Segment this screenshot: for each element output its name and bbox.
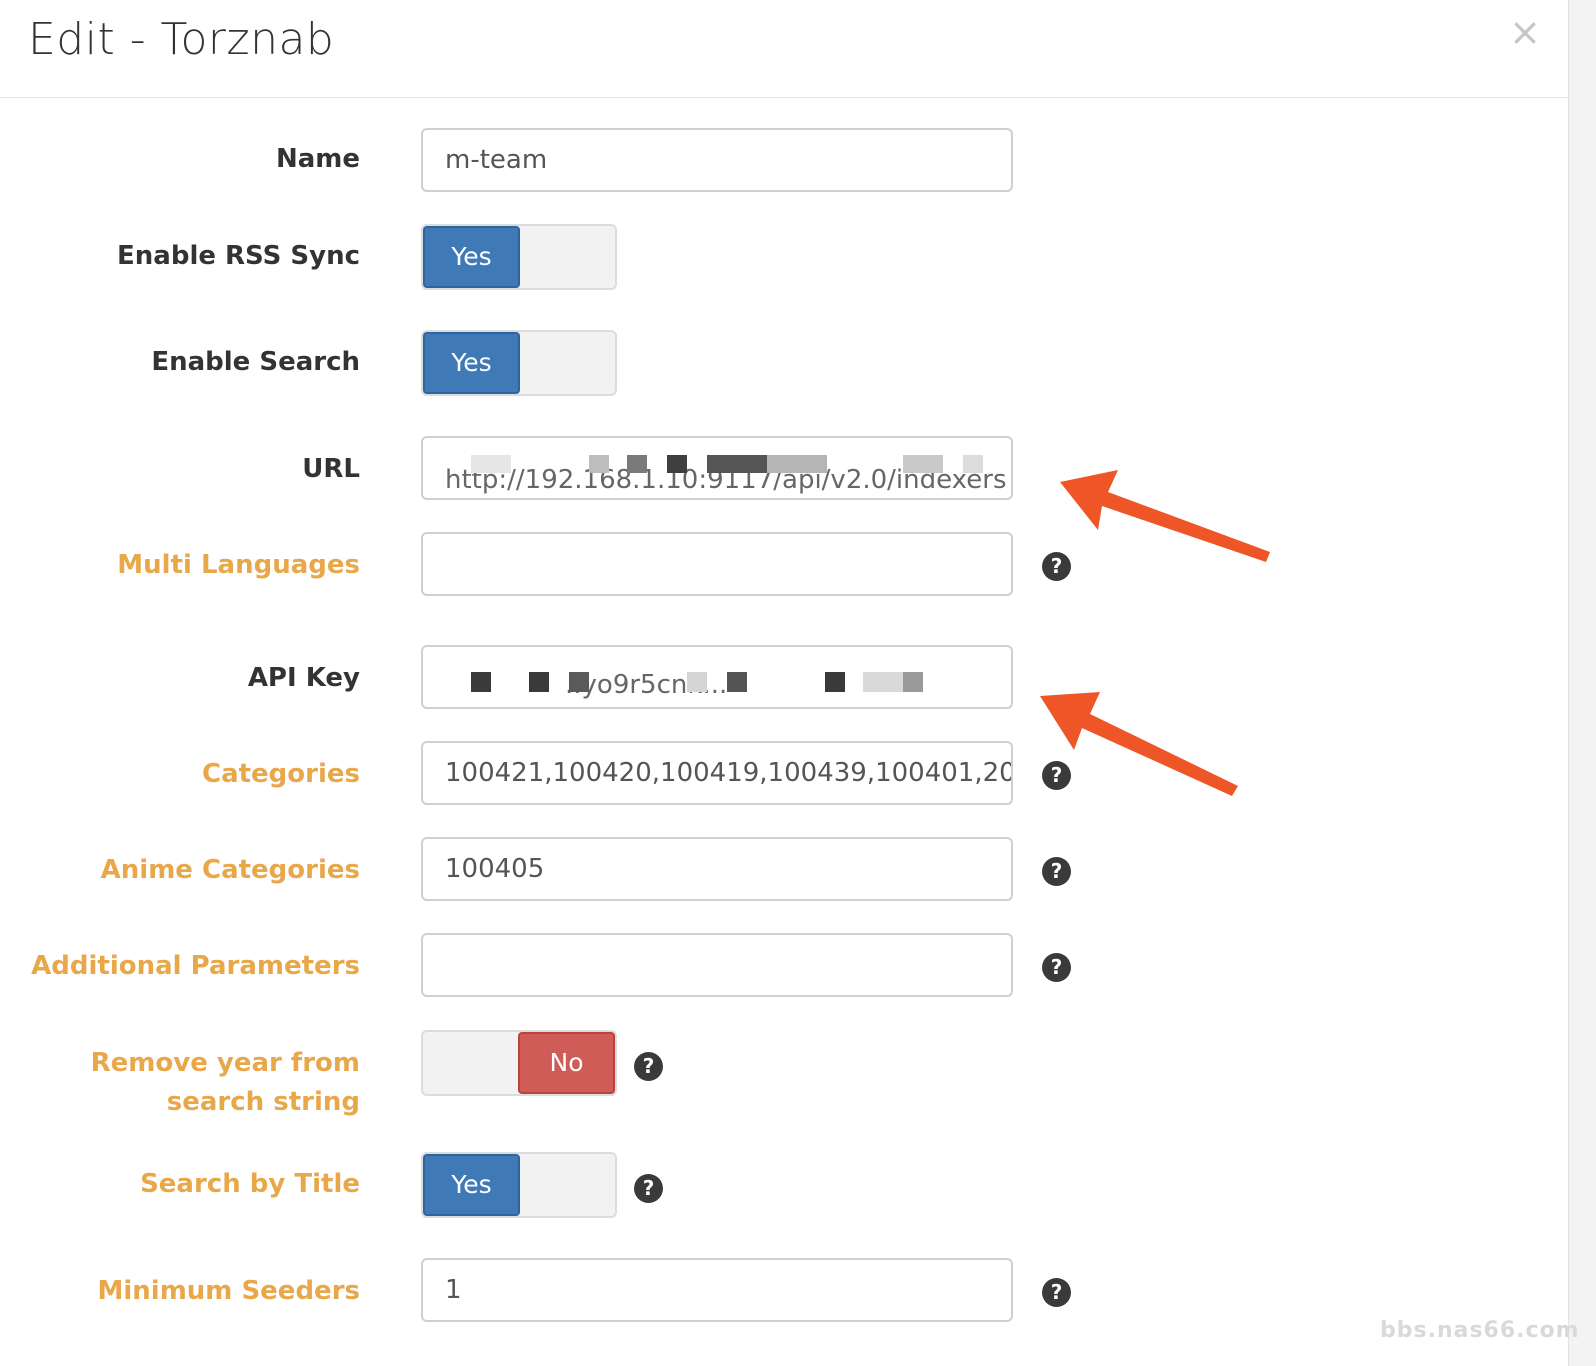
form-row-multi-languages: Multi Languages ? [0, 532, 1568, 598]
form-row-url: URL http://192.168.1.10:9117/api/v2.0/in… [0, 436, 1568, 502]
redaction-block [707, 455, 767, 473]
enable-search-toggle[interactable]: Yes [421, 330, 617, 396]
question-circle-icon[interactable]: ? [634, 1052, 663, 1081]
redaction-block [627, 455, 647, 473]
form-row-categories: Categories 100421,100420,100419,100439,1… [0, 741, 1568, 807]
categories-label: Categories [201, 759, 360, 789]
form-row-anime-categories: Anime Categories 100405 ? [0, 837, 1568, 903]
toggle-no-knob: No [518, 1032, 615, 1094]
redaction-block [471, 672, 491, 692]
remove-year-label: Remove year from search string [20, 1044, 360, 1122]
arrow-icon [1060, 470, 1270, 562]
form-row-name: Name m-team [0, 128, 1568, 194]
api-key-input[interactable]: ..yo9r5cnk... [421, 645, 1013, 709]
scrollbar[interactable] [1568, 0, 1596, 1366]
multi-languages-input[interactable] [421, 532, 1013, 596]
redaction-block [767, 455, 827, 473]
redaction-block [863, 672, 903, 692]
remove-year-label-line2: search string [166, 1087, 360, 1117]
enable-rss-label: Enable RSS Sync [117, 241, 360, 271]
form-row-enable-search: Enable Search Yes [0, 330, 1568, 396]
watermark: bbs.nas66.com [1380, 1318, 1580, 1343]
form-row-api-key: API Key ..yo9r5cnk... [0, 645, 1568, 711]
redaction-block [471, 455, 511, 473]
arrow-icon [1040, 692, 1238, 796]
modal-title: Edit - Torznab [28, 14, 335, 65]
enable-search-label: Enable Search [151, 347, 360, 377]
redaction-block [687, 672, 707, 692]
form-row-remove-year: Remove year from search string No ? [0, 1030, 1568, 1122]
question-circle-icon[interactable]: ? [1042, 857, 1071, 886]
url-label: URL [302, 454, 360, 484]
question-circle-icon[interactable]: ? [1042, 1278, 1071, 1307]
toggle-yes-knob: Yes [423, 1154, 520, 1216]
minimum-seeders-label: Minimum Seeders [97, 1276, 361, 1306]
redaction-block [667, 455, 687, 473]
additional-parameters-label: Additional Parameters [31, 951, 360, 981]
close-icon[interactable]: × [1508, 12, 1542, 52]
question-circle-icon[interactable]: ? [1042, 953, 1071, 982]
redaction-block [825, 672, 845, 692]
form-row-search-by-title: Search by Title Yes ? [0, 1152, 1568, 1218]
redaction-block [569, 672, 589, 692]
redaction-block [903, 455, 943, 473]
enable-rss-toggle[interactable]: Yes [421, 224, 617, 290]
redaction-block [903, 672, 923, 692]
additional-parameters-input[interactable] [421, 933, 1013, 997]
name-input[interactable]: m-team [421, 128, 1013, 192]
search-by-title-label: Search by Title [140, 1169, 360, 1199]
multi-languages-label: Multi Languages [117, 550, 360, 580]
name-label: Name [275, 144, 360, 174]
redaction-block [727, 672, 747, 692]
minimum-seeders-input[interactable]: 1 [421, 1258, 1013, 1322]
question-circle-icon[interactable]: ? [634, 1174, 663, 1203]
toggle-yes-knob: Yes [423, 226, 520, 288]
redaction-block [589, 455, 609, 473]
url-input[interactable]: http://192.168.1.10:9117/api/v2.0/indexe… [421, 436, 1013, 500]
toggle-yes-knob: Yes [423, 332, 520, 394]
remove-year-label-line1: Remove year from [90, 1048, 360, 1078]
form-row-minimum-seeders: Minimum Seeders 1 ? [0, 1258, 1568, 1324]
form-row-additional-parameters: Additional Parameters ? [0, 933, 1568, 999]
anime-categories-label: Anime Categories [100, 855, 360, 885]
redaction-block [529, 672, 549, 692]
anime-categories-input[interactable]: 100405 [421, 837, 1013, 901]
form-row-enable-rss: Enable RSS Sync Yes [0, 224, 1568, 290]
redaction-block [963, 455, 983, 473]
remove-year-toggle[interactable]: No [421, 1030, 617, 1096]
api-key-label: API Key [247, 663, 360, 693]
search-by-title-toggle[interactable]: Yes [421, 1152, 617, 1218]
modal-header: Edit - Torznab × [0, 0, 1568, 98]
categories-input[interactable]: 100421,100420,100419,100439,100401,202 [421, 741, 1013, 805]
